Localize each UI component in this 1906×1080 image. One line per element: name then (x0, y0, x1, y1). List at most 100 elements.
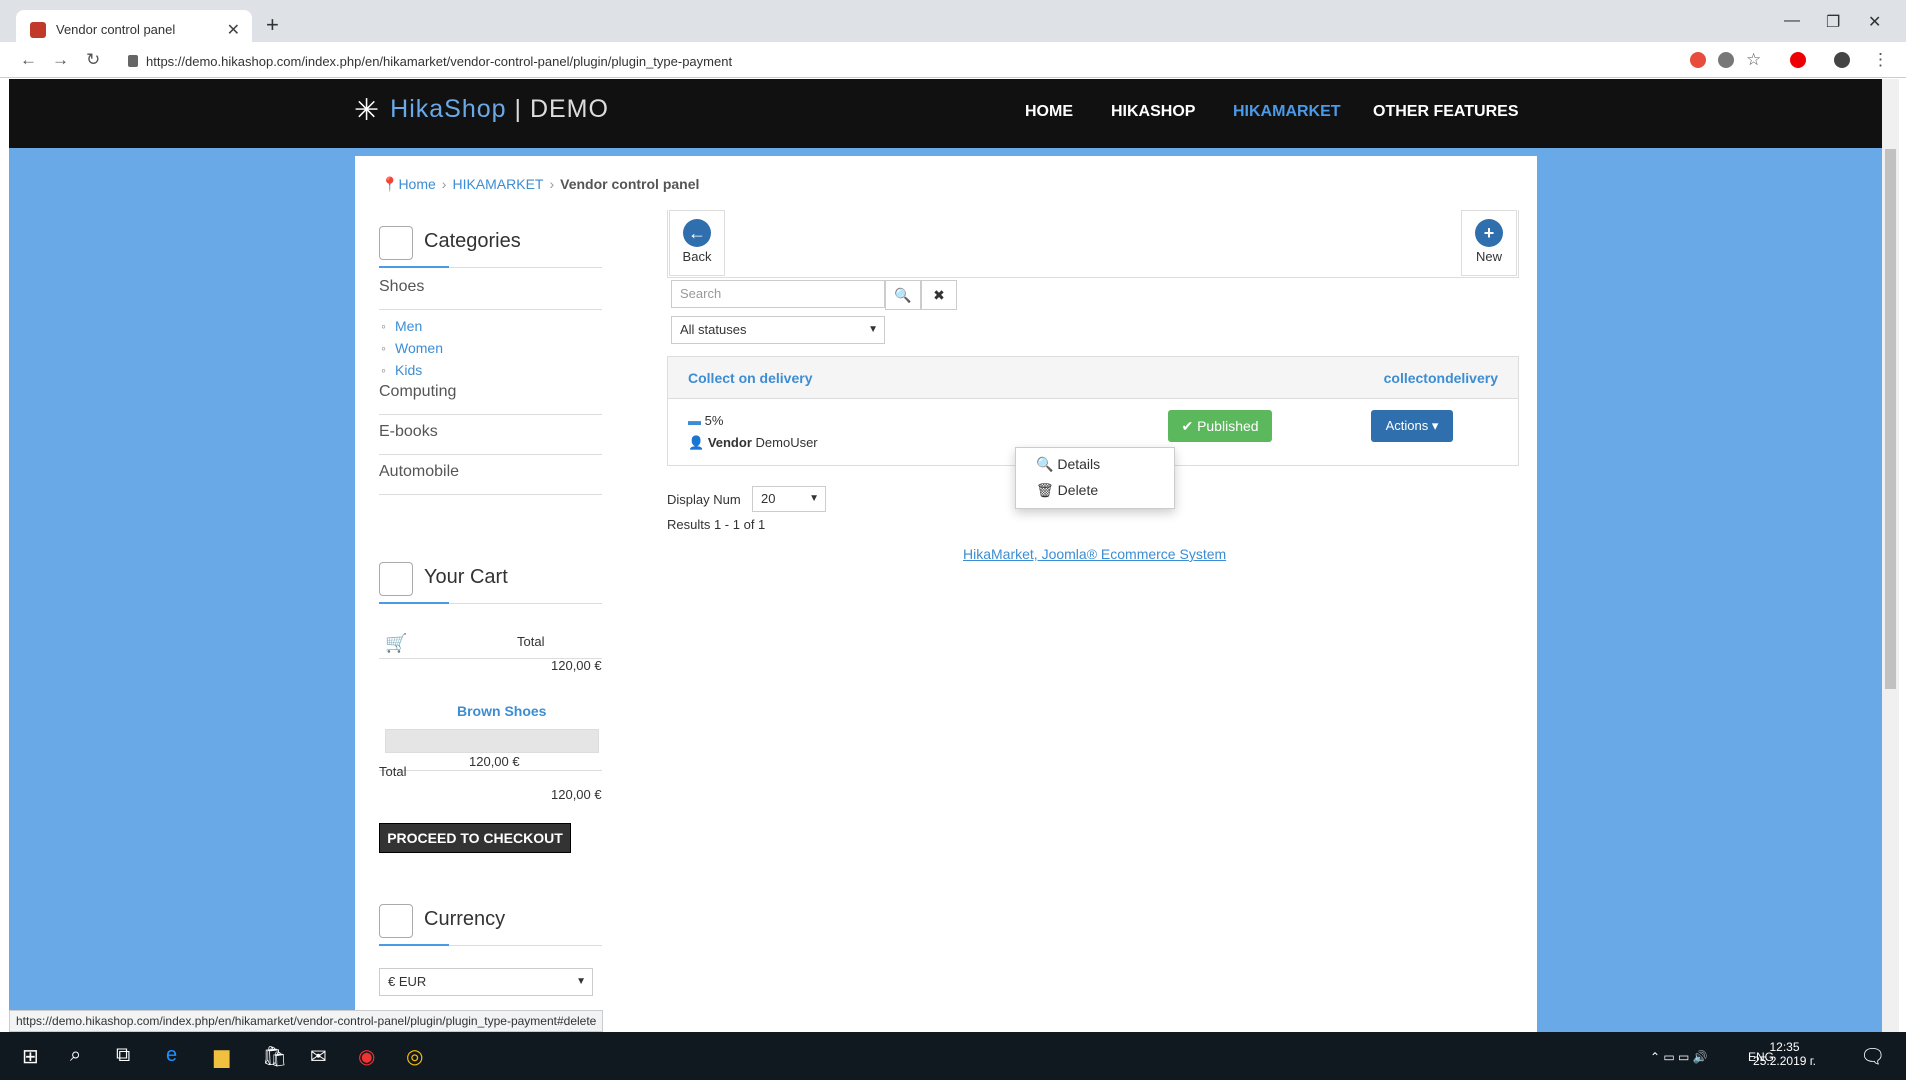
close-icon: ✖ (933, 287, 945, 303)
toolbar-panel (667, 210, 1519, 278)
address-toolbar: ← → ↻ https://demo.hikashop.com/index.ph… (0, 42, 1906, 78)
nav-home[interactable]: HOME (1025, 103, 1073, 121)
new-tab-button[interactable]: + (266, 12, 279, 38)
minimize-button[interactable]: — (1784, 12, 1800, 30)
footer-link[interactable]: HikaMarket, Joomla® Ecommerce System (963, 546, 1226, 562)
breadcrumb-home[interactable]: Home (398, 176, 435, 192)
menu-kebab-icon[interactable]: ⋮ (1872, 50, 1889, 70)
categories-title: Categories (424, 230, 521, 252)
plugin-code[interactable]: collectondelivery (1384, 370, 1498, 386)
category-shoes[interactable]: Shoes (379, 278, 602, 310)
currency-title: Currency (424, 908, 506, 930)
web-page: ✳ HikaShop | DEMO HOME HIKASHOP HIKAMARKE… (9, 79, 1882, 1032)
store-icon[interactable]: 🛍 (262, 1044, 287, 1069)
file-explorer-icon[interactable]: ▆ (214, 1044, 229, 1069)
tab-close-icon[interactable]: ✕ (227, 20, 240, 40)
plus-icon: + (1475, 219, 1503, 247)
currency-module-header: Currency (379, 898, 602, 946)
search-button[interactable]: 🔍 (885, 280, 921, 310)
trash-icon: 🗑 (1036, 482, 1054, 498)
nav-hikamarket[interactable]: HIKAMARKET (1233, 103, 1341, 121)
bookmark-star-icon[interactable]: ☆ (1746, 50, 1761, 70)
edge-icon[interactable]: e (166, 1044, 177, 1067)
display-num-label: Display Num (667, 492, 741, 507)
published-status-button[interactable]: ✔ Published (1168, 410, 1272, 442)
url-text: https://demo.hikashop.com/index.php/en/h… (146, 54, 733, 69)
reload-icon[interactable]: ↻ (86, 50, 100, 70)
site-logo[interactable]: ✳ HikaShop | DEMO (354, 93, 609, 128)
opera-icon[interactable] (1790, 52, 1806, 68)
extension-icon[interactable] (1690, 52, 1706, 68)
nav-hikashop[interactable]: HIKASHOP (1111, 103, 1195, 121)
plugin-vendor: 👤 Vendor DemoUser (688, 435, 818, 450)
main-content: 📍Home › HIKAMARKET › Vendor control panel Ca… (355, 156, 1537, 1032)
category-automobile[interactable]: Automobile (379, 463, 602, 495)
forward-nav-icon[interactable]: → (52, 50, 69, 70)
actions-menu: 🔍 Details 🗑 Delete (1015, 447, 1175, 509)
taskbar-search-icon[interactable]: ⌕ (70, 1044, 81, 1067)
category-computing[interactable]: Computing (379, 383, 602, 415)
close-window-button[interactable]: ✕ (1868, 12, 1881, 32)
back-button[interactable]: ← Back (669, 210, 725, 276)
url-bar[interactable]: https://demo.hikashop.com/index.php/en/h… (122, 50, 1682, 74)
menu-item-delete[interactable]: 🗑 Delete (1036, 482, 1098, 499)
subcategory-men[interactable]: Men (381, 318, 422, 334)
chrome-icon[interactable]: ◎ (406, 1044, 423, 1069)
cart-title: Your Cart (424, 566, 508, 588)
results-count: Results 1 - 1 of 1 (667, 517, 766, 532)
windows-taskbar: ⊞ ⌕ ⧉ e ▆ 🛍 ✉ ◉ ◎ ⌃ ▭ ▭ 🔊 ENG 12:35 25.2… (0, 1032, 1906, 1080)
search-icon: 🔍 (1036, 456, 1054, 472)
profile-avatar[interactable] (1834, 52, 1850, 68)
proceed-to-checkout-button[interactable]: PROCEED TO CHECKOUT (379, 823, 571, 853)
mail-icon[interactable]: ✉ (310, 1044, 327, 1069)
total-value: 120,00 € (551, 787, 602, 802)
map-pin-icon: 📍 (381, 176, 399, 192)
system-clock[interactable]: 12:35 25.2.2019 г. (1753, 1040, 1816, 1068)
clear-search-button[interactable]: ✖ (921, 280, 957, 310)
lock-icon (128, 55, 138, 67)
windows-start-icon[interactable]: ⊞ (22, 1044, 39, 1069)
notifications-icon[interactable]: 🗨 (1860, 1044, 1885, 1069)
search-icon: 🔍 (894, 287, 912, 303)
subcategory-kids[interactable]: Kids (381, 362, 422, 378)
menu-item-details[interactable]: 🔍 Details (1036, 456, 1100, 473)
app-icon[interactable]: ◉ (358, 1044, 375, 1069)
quantity-input[interactable] (385, 729, 599, 753)
tray-icons[interactable]: ⌃ ▭ ▭ 🔊 (1650, 1050, 1708, 1064)
category-ebooks[interactable]: E-books (379, 423, 602, 455)
site-header: ✳ HikaShop | DEMO HOME HIKASHOP HIKAMARKE… (9, 79, 1882, 148)
actions-dropdown-button[interactable]: Actions ▾ (1371, 410, 1453, 442)
status-filter-select[interactable]: All statuses ▼ (671, 316, 885, 344)
total-label: Total (379, 764, 407, 779)
breadcrumb-hikamarket[interactable]: HIKAMARKET (452, 176, 543, 192)
cart-total-value: 120,00 € (551, 658, 602, 673)
folder-icon (379, 226, 413, 260)
cart-product-name[interactable]: Brown Shoes (457, 703, 546, 719)
display-num-select[interactable]: 20 ▼ (752, 486, 826, 512)
restore-button[interactable]: ❐ (1826, 12, 1840, 32)
plugin-name[interactable]: Collect on delivery (688, 370, 812, 386)
task-view-icon[interactable]: ⧉ (116, 1044, 130, 1067)
status-url: https://demo.hikashop.com/index.php/en/h… (9, 1010, 604, 1032)
nav-other-features[interactable]: OTHER FEATURES (1373, 103, 1518, 121)
product-price: 120,00 € (469, 754, 520, 769)
currency-select[interactable]: € EUR ▼ (379, 968, 593, 996)
plugin-fee: ▬ 5% (688, 413, 724, 428)
breadcrumb-current: Vendor control panel (560, 176, 700, 192)
location-icon (379, 904, 413, 938)
search-input[interactable]: Search (671, 280, 885, 308)
cart-total-label: Total (517, 634, 545, 649)
page-scrollbar[interactable] (1882, 79, 1899, 1032)
subcategory-women[interactable]: Women (381, 340, 443, 356)
categories-module-header: Categories (379, 220, 602, 268)
hikashop-logo-icon: ✳ (354, 94, 381, 127)
translate-icon[interactable] (1718, 52, 1734, 68)
basket-icon (379, 562, 413, 596)
breadcrumb: 📍Home › HIKAMARKET › Vendor control panel (381, 176, 700, 192)
new-button[interactable]: + New (1461, 210, 1517, 276)
tab-title: Vendor control panel (56, 22, 176, 37)
back-nav-icon[interactable]: ← (20, 50, 37, 70)
favicon-icon (30, 22, 46, 38)
back-arrow-icon: ← (683, 219, 711, 247)
scroll-thumb[interactable] (1885, 149, 1896, 689)
